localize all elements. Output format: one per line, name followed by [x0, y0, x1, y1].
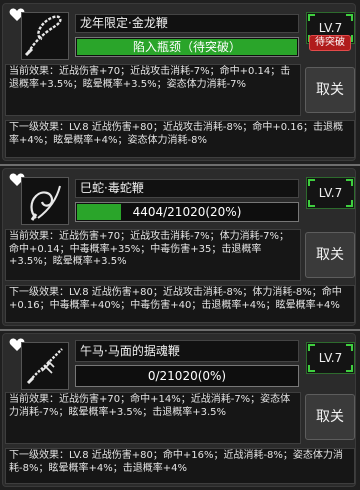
unfollow-button[interactable]: 取关: [305, 232, 355, 278]
whip-name: 龙年限定·金龙鞭: [75, 14, 299, 33]
level-indicator: LV.7: [306, 342, 355, 374]
level-text: LV.7: [318, 186, 343, 200]
current-effect: 当前效果：近战伤害+70；命中+14%；近战消耗-7%；姿态体力消耗-7%；眩晕…: [5, 392, 301, 444]
current-effect: 当前效果：近战伤害+70；近战攻击消耗-7%；命中+0.14；击退概率+3.5%…: [5, 64, 301, 116]
divider: [0, 164, 360, 166]
divider: [0, 329, 360, 331]
breakthrough-badge[interactable]: 待突破: [309, 35, 351, 51]
progress-bar: 0/21020(0%): [75, 365, 299, 387]
current-effect: 当前效果：近战伤害+70；近战攻击消耗-7%；体力消耗-7%；命中+0.14；中…: [5, 229, 301, 281]
whip-icon[interactable]: [21, 342, 69, 390]
next-effect: 下一级效果：LV.8 近战伤害+80；近战攻击消耗-8%；命中+0.16；击退概…: [5, 120, 355, 158]
level-text: LV.7: [318, 351, 343, 365]
unfollow-button[interactable]: 取关: [305, 394, 355, 440]
progress-text: 陷入瓶颈（待突破）: [132, 40, 241, 54]
progress-bar: 4404/21020(20%): [75, 202, 299, 222]
progress-bar: 陷入瓶颈（待突破）: [75, 37, 299, 57]
progress-text: 0/21020(0%): [147, 369, 227, 383]
progress-text: 4404/21020(20%): [132, 205, 242, 219]
whip-icon[interactable]: [21, 12, 69, 60]
level-text: LV.7: [318, 21, 343, 35]
whip-name: 午马·马面的据魂鞭: [75, 340, 299, 362]
whip-name: 巳蛇·毒蛇鞭: [75, 179, 299, 198]
unfollow-button[interactable]: 取关: [305, 67, 355, 113]
level-indicator: LV.7: [306, 177, 355, 209]
next-effect: 下一级效果：LV.8 近战伤害+80；近战攻击消耗-8%；体力消耗-8%；命中+…: [5, 285, 355, 323]
whip-card: 龙年限定·金龙鞭 陷入瓶颈（待突破） LV.7 待突破 当前效果：近战伤害+70…: [2, 3, 356, 161]
whip-card: 午马·马面的据魂鞭 0/21020(0%) LV.7 当前效果：近战伤害+70；…: [2, 333, 356, 487]
whip-icon[interactable]: [21, 177, 69, 225]
next-effect: 下一级效果：LV.8 近战伤害+80；命中+16%；近战消耗-8%；姿态体力消耗…: [5, 448, 355, 484]
whip-card: 巳蛇·毒蛇鞭 4404/21020(20%) LV.7 当前效果：近战伤害+70…: [2, 168, 356, 326]
